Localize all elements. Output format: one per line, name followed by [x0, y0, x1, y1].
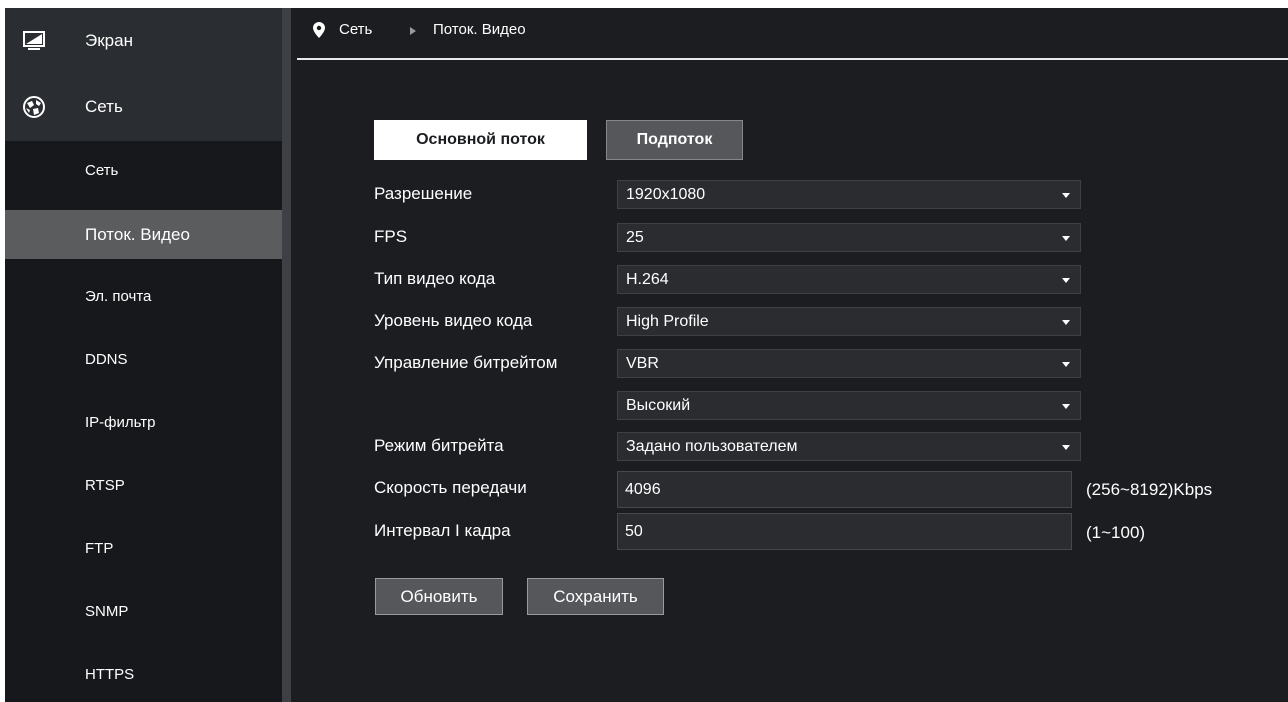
iframe-interval-input[interactable]: 50 [617, 513, 1072, 550]
chevron-down-icon [1062, 193, 1070, 198]
profile-label: Уровень видео кода [374, 311, 533, 330]
breadcrumb: Сеть Поток. Видео [297, 8, 1288, 60]
breadcrumb-page: Поток. Видео [433, 21, 526, 38]
chevron-down-icon [1062, 362, 1070, 367]
quality-value: Высокий [626, 397, 691, 414]
bitrate-mode-select[interactable]: Задано пользователем [617, 432, 1081, 461]
sidebar-item-label: Сеть [85, 97, 123, 116]
fps-select[interactable]: 25 [617, 223, 1081, 252]
profile-value: High Profile [626, 313, 709, 330]
bitrate-label: Скорость передачи [374, 478, 527, 497]
resolution-select[interactable]: 1920x1080 [617, 180, 1081, 209]
location-pin-icon [313, 22, 325, 38]
codec-label: Тип видео кода [374, 269, 496, 288]
network-globe-icon [22, 95, 46, 119]
iframe-interval-value: 50 [625, 523, 643, 540]
sidebar-item-ip-filter[interactable]: IP-фильтр [5, 398, 282, 447]
chevron-down-icon [1062, 278, 1070, 283]
bitrate-input[interactable]: 4096 [617, 471, 1072, 508]
sidebar-item-ftp[interactable]: FTP [5, 524, 282, 573]
bitrate-mode-label: Режим битрейта [374, 436, 504, 455]
bitrate-mode-value: Задано пользователем [626, 438, 798, 455]
codec-select[interactable]: H.264 [617, 265, 1081, 294]
fps-value: 25 [626, 229, 644, 246]
codec-value: H.264 [626, 271, 669, 288]
app-window: Экран Сеть Сеть Поток. Видео Эл. почта D… [5, 8, 1288, 702]
sidebar-item-rtsp[interactable]: RTSP [5, 461, 282, 510]
sidebar-item-email[interactable]: Эл. почта [5, 272, 282, 321]
sidebar-item-label: SNMP [85, 603, 129, 620]
resolution-value: 1920x1080 [626, 186, 706, 203]
sidebar-item-label: Эл. почта [85, 288, 152, 305]
bitrate-control-value: VBR [626, 355, 659, 372]
sidebar-item-video-stream[interactable]: Поток. Видео [5, 210, 282, 259]
chevron-down-icon [1062, 404, 1070, 409]
sidebar-item-screen[interactable]: Экран [5, 8, 282, 74]
sidebar-item-label: DDNS [85, 351, 128, 368]
sidebar-item-label: IP-фильтр [85, 414, 156, 431]
sidebar-item-label: FTP [85, 540, 114, 557]
monitor-icon [22, 29, 46, 53]
sidebar-scrollbar[interactable] [282, 8, 291, 702]
sidebar-item-label: Поток. Видео [85, 224, 190, 244]
fps-label: FPS [374, 227, 408, 246]
breadcrumb-section[interactable]: Сеть [339, 21, 372, 38]
profile-select[interactable]: High Profile [617, 307, 1081, 336]
bitrate-range-hint: (256~8192)Kbps [1086, 480, 1213, 499]
save-button[interactable]: Сохранить [527, 578, 664, 615]
bitrate-value: 4096 [625, 481, 661, 498]
breadcrumb-arrow-icon [410, 27, 416, 35]
sidebar-item-snmp[interactable]: SNMP [5, 587, 282, 636]
iframe-range-hint: (1~100) [1086, 523, 1146, 542]
chevron-down-icon [1062, 236, 1070, 241]
tab-sub-stream[interactable]: Подпоток [606, 120, 743, 160]
sidebar-item-label: HTTPS [85, 666, 135, 683]
refresh-button[interactable]: Обновить [375, 578, 503, 615]
resolution-label: Разрешение [374, 184, 473, 203]
sidebar-item-label: Экран [85, 31, 133, 50]
tab-main-stream[interactable]: Основной поток [374, 120, 587, 160]
sidebar-item-label: Сеть [85, 162, 119, 179]
sidebar-item-ddns[interactable]: DDNS [5, 335, 282, 384]
sidebar-submenu: Сеть Поток. Видео Эл. почта DDNS IP-филь… [5, 141, 282, 702]
sidebar-item-https[interactable]: HTTPS [5, 650, 282, 699]
bitrate-control-label: Управление битрейтом [374, 353, 558, 372]
chevron-down-icon [1062, 320, 1070, 325]
bitrate-control-select[interactable]: VBR [617, 349, 1081, 378]
iframe-interval-label: Интервал I кадра [374, 521, 511, 540]
sidebar-item-network[interactable]: Сеть [5, 74, 282, 140]
sidebar-item-network-settings[interactable]: Сеть [5, 146, 282, 195]
sidebar-item-label: RTSP [85, 477, 125, 494]
quality-select[interactable]: Высокий [617, 391, 1081, 420]
chevron-down-icon [1062, 445, 1070, 450]
sidebar: Экран Сеть Сеть Поток. Видео Эл. почта D… [5, 8, 282, 702]
